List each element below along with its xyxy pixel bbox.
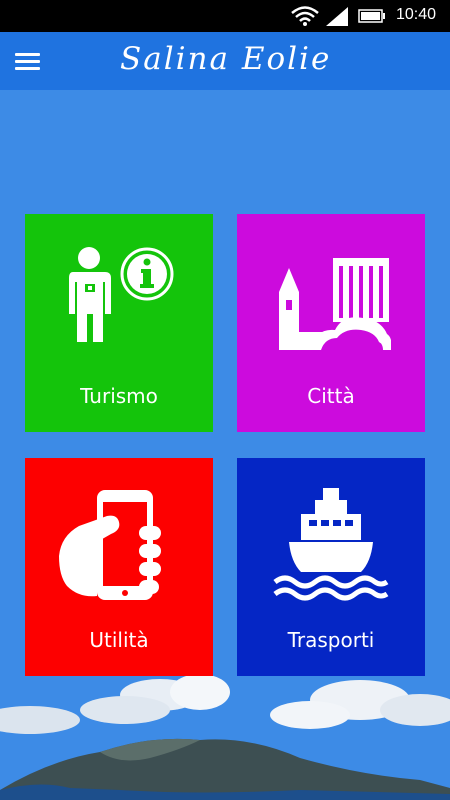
turismo-label: Turismo: [80, 384, 158, 408]
hamburger-menu-icon[interactable]: [12, 48, 44, 74]
citta-label: Città: [307, 384, 355, 408]
ship-icon: [273, 488, 389, 601]
trasporti-tile[interactable]: Trasporti: [237, 458, 425, 676]
battery-icon: [358, 9, 385, 23]
tourist-info-icon: [69, 247, 174, 342]
app-title: Salina Eolie: [120, 41, 332, 77]
status-bar: 10:40: [0, 0, 450, 32]
app-bar: Salina Eolie: [0, 32, 450, 90]
clock: 10:40: [396, 6, 437, 23]
utilita-label: Utilità: [89, 628, 149, 652]
turismo-tile[interactable]: Turismo: [25, 214, 213, 432]
city-buildings-icon: [279, 258, 391, 350]
utilita-tile[interactable]: Utilità: [25, 458, 213, 676]
trasporti-label: Trasporti: [287, 628, 375, 652]
wifi-icon: [291, 6, 319, 26]
citta-tile[interactable]: Città: [237, 214, 425, 432]
hand-smartphone-icon: [59, 490, 161, 600]
signal-icon: [326, 7, 348, 26]
